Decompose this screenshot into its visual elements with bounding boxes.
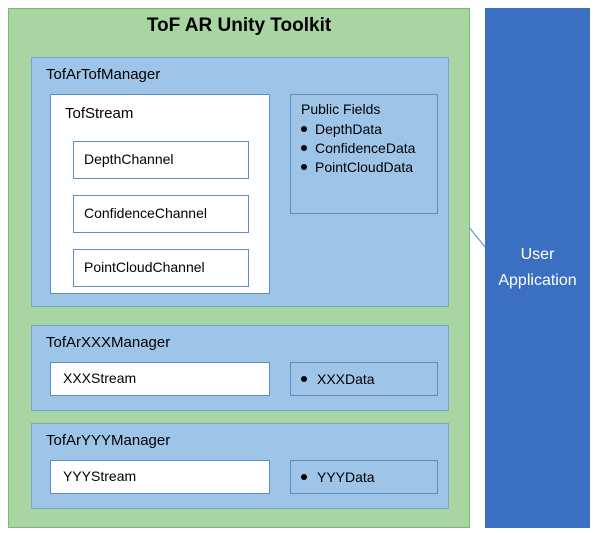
public-field-confidence: ConfidenceData	[301, 140, 427, 156]
xxx-data-box: XXXData	[290, 362, 438, 396]
tof-stream-box: TofStream DepthChannel ConfidenceChannel…	[50, 94, 270, 294]
bullet-icon	[301, 164, 307, 170]
manager-xxx: TofArXXXManager XXXStream XXXData	[31, 325, 449, 411]
manager-tof-label: TofArTofManager	[46, 66, 160, 83]
user-app-line1: User	[521, 242, 555, 268]
public-field-pointcloud: PointCloudData	[301, 159, 427, 175]
public-field-label: ConfidenceData	[315, 140, 415, 156]
yyy-data-box: YYYData	[290, 460, 438, 494]
manager-tof: TofArTofManager TofStream DepthChannel C…	[31, 57, 449, 307]
user-app-line2: Application	[498, 268, 576, 294]
public-field-label: DepthData	[315, 121, 382, 137]
public-fields-title: Public Fields	[301, 101, 427, 117]
manager-yyy-label: TofArYYYManager	[46, 432, 170, 449]
tof-stream-label: TofStream	[65, 105, 133, 122]
diagram-canvas: ToF AR Unity Toolkit TofArTofManager Tof…	[0, 0, 598, 533]
yyy-stream-box: YYYStream	[50, 460, 270, 494]
public-fields-box: Public Fields DepthData ConfidenceData P…	[290, 94, 438, 214]
bullet-icon	[301, 474, 307, 480]
user-application-box: User Application	[485, 8, 590, 528]
bullet-icon	[301, 126, 307, 132]
yyy-data-label: YYYData	[317, 469, 375, 485]
toolkit-container: ToF AR Unity Toolkit TofArTofManager Tof…	[8, 8, 470, 528]
pointcloud-channel: PointCloudChannel	[73, 249, 249, 287]
public-field-depth: DepthData	[301, 121, 427, 137]
manager-yyy: TofArYYYManager YYYStream YYYData	[31, 423, 449, 509]
depth-channel: DepthChannel	[73, 141, 249, 179]
public-field-label: PointCloudData	[315, 159, 413, 175]
manager-xxx-label: TofArXXXManager	[46, 334, 170, 351]
xxx-stream-box: XXXStream	[50, 362, 270, 396]
bullet-icon	[301, 145, 307, 151]
toolkit-title: ToF AR Unity Toolkit	[9, 15, 469, 37]
confidence-channel: ConfidenceChannel	[73, 195, 249, 233]
xxx-data-label: XXXData	[317, 371, 375, 387]
bullet-icon	[301, 376, 307, 382]
